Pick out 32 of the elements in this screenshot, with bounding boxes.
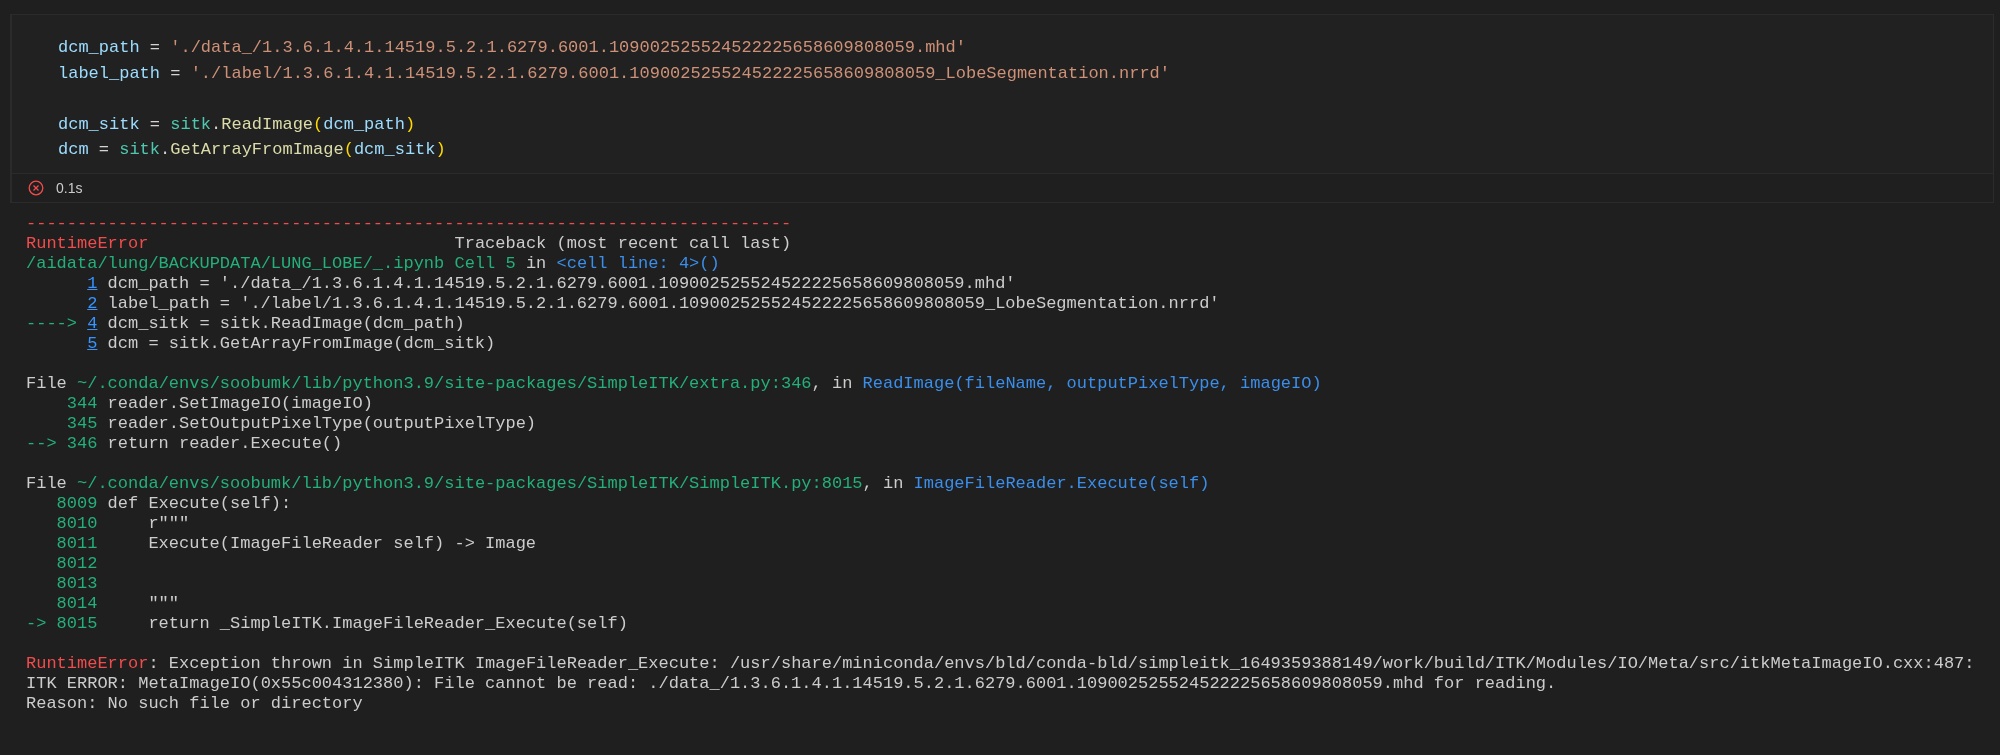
- code-line: label_path = './label/1.3.6.1.4.1.14519.5.2.1.6279.6001.109002525524522225658609808059_LobeSegmentation.nrrd': [58, 62, 1171, 85]
- output-line: 8012: [55, 553, 99, 574]
- output-line: 344 reader.SetImageIO(imageIO): [65, 393, 374, 414]
- output-line: ITK ERROR: MetaImageIO(0x55c004312380): File cannot be read: ./data_/1.3.6.1.4.1.14519.5.2.1.6279.6001.109002525524522225658609808059.mhd for reading.: [26, 673, 1558, 694]
- line-number-link[interactable]: 4: [87, 313, 98, 334]
- code-line: dcm_path = './data_/1.3.6.1.4.1.14519.5.2.1.6279.6001.109002525524522225658609808059.mhd': [58, 37, 967, 59]
- output-line: 8009 def Execute(self):: [55, 493, 293, 514]
- output-line: 8013: [55, 573, 99, 594]
- source-line: label_path = './label/1.3.6.1.4.1.14519.5.2.1.6279.6001.109002525524522225658609808059_LobeSegmentation.nrrd': [107, 293, 1220, 314]
- code-line: dcm_sitk = sitk.ReadImage(dcm_path): [58, 113, 417, 136]
- output-line: 345 reader.SetOutputPixelType(outputPixelType): [65, 413, 538, 434]
- source-line: dcm = sitk.GetArrayFromImage(dcm_sitk): [107, 333, 496, 354]
- output-line: File ~/.conda/envs/soobumk/lib/python3.9/site-packages/SimpleITK/extra.py:346, in ReadImage(fileName, outputPixelType, imageIO): [26, 373, 1323, 394]
- line-number-link[interactable]: 5: [87, 333, 98, 354]
- source-line: dcm_path = './data_/1.3.6.1.4.1.14519.5.2.1.6279.6001.109002525524522225658609808059.mhd': [107, 273, 1016, 294]
- output-line: Reason: No such file or directory: [26, 693, 364, 714]
- output-line: RuntimeError Traceback (most recent call last): [26, 233, 793, 254]
- output-line: 8010 r""": [55, 513, 191, 534]
- output-line: File ~/.conda/envs/soobumk/lib/python3.9/site-packages/SimpleITK/SimpleITK.py:8015, in ImageFileReader.Execute(self): [26, 473, 1211, 494]
- output-line: RuntimeError: Exception thrown in SimpleITK ImageFileReader_Execute: /usr/share/miniconda/envs/bld/conda-bld/simpleitk_1649359388149/work/build/ITK/Modules/IO/Meta/src/itkMetaImageIO.cxx:487:: [26, 653, 1976, 674]
- output-line: 8011 Execute(ImageFileReader self) -> Image: [55, 533, 538, 554]
- line-number-link[interactable]: 2: [87, 293, 98, 314]
- code-line: dcm = sitk.GetArrayFromImage(dcm_sitk): [58, 139, 447, 161]
- output-line: --> 346 return reader.Execute(): [26, 433, 344, 454]
- output-line: /aidata/lung/BACKUPDATA/LUNG_LOBE/_.ipynb Cell 5 in <cell line: 4>(): [26, 253, 721, 274]
- output-line: -> 8015 return _SimpleITK.ImageFileReader_Execute(self): [26, 613, 629, 634]
- output-line: ---------------------------------------------------------------------------: [26, 213, 793, 234]
- source-line: dcm_sitk = sitk.ReadImage(dcm_path): [107, 313, 465, 334]
- execution-time: 0.1s: [56, 179, 83, 196]
- line-number-link[interactable]: 1: [87, 273, 98, 294]
- output-line: 8014 """: [55, 593, 180, 614]
- current-line-arrow: ---->: [26, 313, 77, 334]
